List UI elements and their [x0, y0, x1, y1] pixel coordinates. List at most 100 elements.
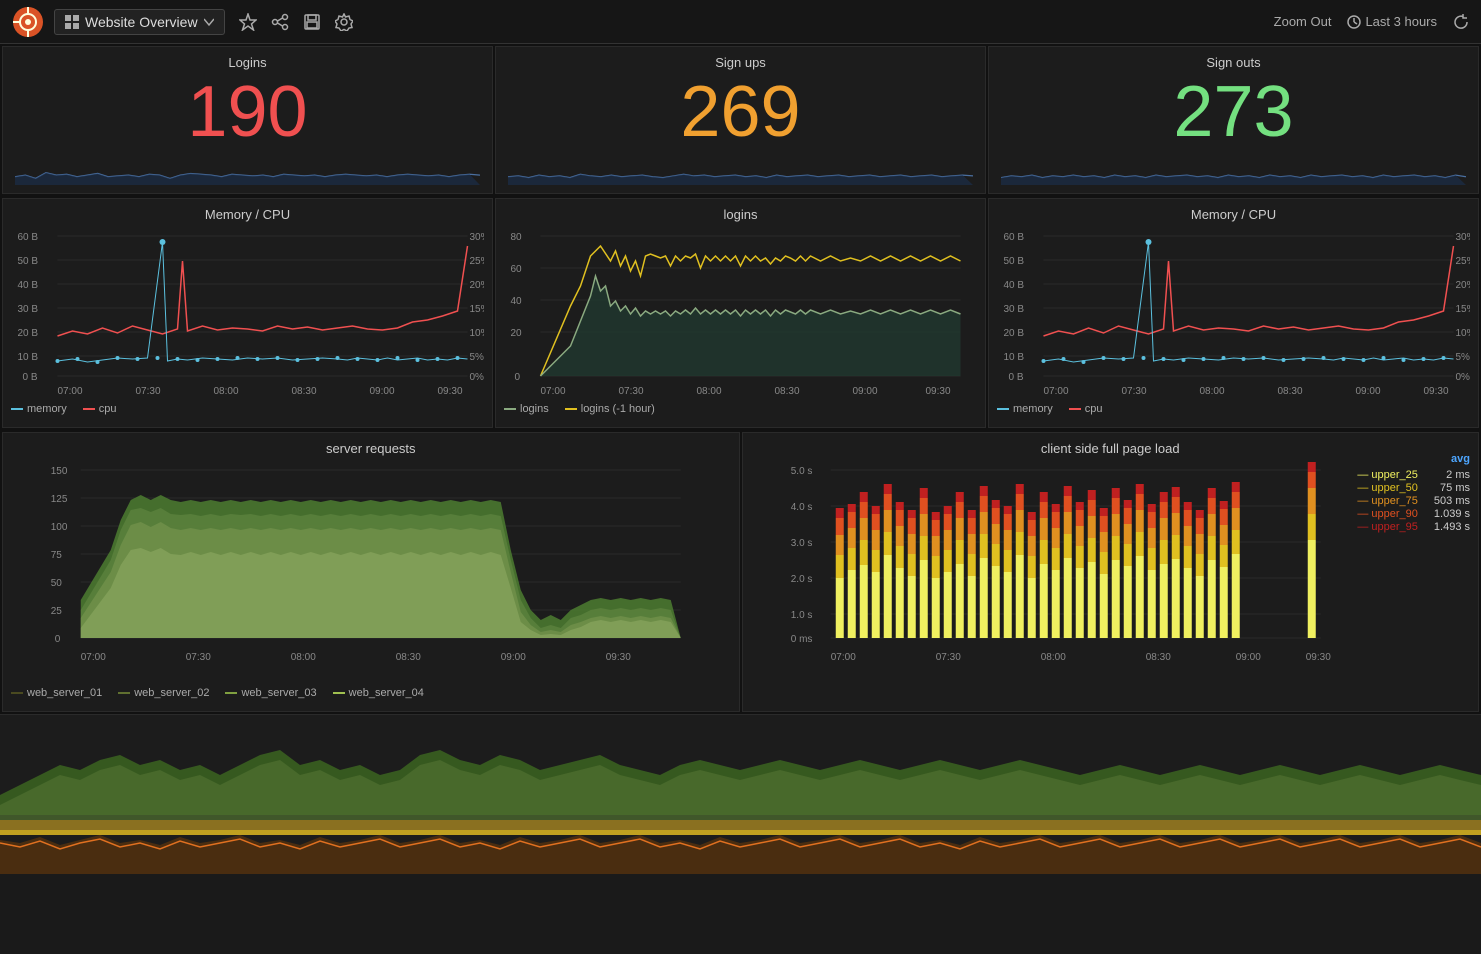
svg-text:08:30: 08:30 — [1145, 652, 1170, 663]
svg-text:15%: 15% — [1456, 304, 1471, 315]
legend-upper50: — upper_50 75 ms — [1357, 482, 1470, 494]
legend-cpu-2-dot — [1069, 408, 1081, 410]
svg-text:20%: 20% — [470, 280, 485, 291]
legend-cpu-2: cpu — [1069, 403, 1103, 415]
page-load-legend: avg — upper_25 2 ms — upper_50 75 ms — u… — [1357, 453, 1470, 534]
chart-row-2: server requests 150 125 100 75 50 25 0 — [0, 430, 1481, 714]
svg-text:20 B: 20 B — [1004, 328, 1025, 339]
avg-label: avg — [1357, 453, 1470, 465]
svg-text:0 B: 0 B — [23, 372, 38, 383]
clock-icon — [1347, 15, 1361, 29]
legend-upper90: — upper_90 1.039 s — [1357, 508, 1470, 520]
svg-text:10 B: 10 B — [18, 352, 39, 363]
grafana-logo — [12, 6, 44, 38]
svg-text:08:30: 08:30 — [775, 386, 800, 396]
logins-svg: 80 60 40 20 0 07:00 07:30 08:00 08:30 09… — [504, 226, 977, 396]
svg-text:08:00: 08:00 — [1200, 386, 1225, 396]
stat-logins-title: Logins — [15, 55, 480, 70]
svg-text:09:00: 09:00 — [853, 386, 878, 396]
svg-text:0%: 0% — [1456, 372, 1471, 383]
topbar-actions — [239, 13, 353, 31]
share-icon[interactable] — [271, 13, 289, 31]
svg-text:30%: 30% — [1456, 232, 1471, 243]
svg-text:10%: 10% — [470, 328, 485, 339]
chart-memory-cpu-1-area: 60 B 50 B 40 B 30 B 20 B 10 B 0 B 30% 25… — [11, 226, 484, 399]
legend-ws02-dot — [118, 692, 130, 694]
svg-text:10 B: 10 B — [1004, 352, 1025, 363]
svg-text:2.0 s: 2.0 s — [790, 574, 812, 585]
save-icon[interactable] — [303, 13, 321, 31]
svg-text:09:30: 09:30 — [926, 386, 951, 396]
svg-text:3.0 s: 3.0 s — [790, 538, 812, 549]
svg-text:40 B: 40 B — [18, 280, 39, 291]
svg-text:5.0 s: 5.0 s — [790, 466, 812, 477]
legend-ws02: web_server_02 — [118, 687, 209, 699]
chart-memory-cpu-1-title: Memory / CPU — [11, 207, 484, 222]
svg-text:07:00: 07:00 — [1044, 386, 1069, 396]
svg-text:0: 0 — [515, 372, 521, 383]
stat-signups-title: Sign ups — [508, 55, 973, 70]
svg-text:50 B: 50 B — [18, 256, 39, 267]
svg-text:0 B: 0 B — [1009, 372, 1024, 383]
refresh-icon[interactable] — [1453, 14, 1469, 30]
svg-text:09:00: 09:00 — [370, 386, 395, 396]
chart-row-1: Memory / CPU 60 B 50 B 40 B 30 B 20 B 10… — [0, 196, 1481, 430]
server-requests-svg: 150 125 100 75 50 25 0 07:00 07:30 08:00 — [11, 460, 731, 680]
dashboard-title-label: Website Overview — [85, 14, 198, 30]
svg-text:50: 50 — [51, 578, 63, 589]
svg-text:09:00: 09:00 — [501, 652, 526, 663]
legend-memory-1: memory — [11, 403, 67, 415]
svg-text:5%: 5% — [1456, 352, 1471, 363]
stat-signups-value: 269 — [508, 76, 973, 148]
svg-text:15%: 15% — [470, 304, 485, 315]
svg-text:0 ms: 0 ms — [790, 634, 812, 645]
svg-text:07:00: 07:00 — [541, 386, 566, 396]
chart-logins: logins 80 60 40 20 0 07 — [495, 198, 986, 428]
grid-icon — [65, 15, 79, 29]
legend-upper25: — upper_25 2 ms — [1357, 469, 1470, 481]
legend-logins-1h: logins (-1 hour) — [565, 403, 655, 415]
svg-text:25: 25 — [51, 606, 63, 617]
zoom-out-button[interactable]: Zoom Out — [1274, 14, 1332, 29]
svg-text:08:30: 08:30 — [396, 652, 421, 663]
dashboard-title-button[interactable]: Website Overview — [54, 9, 225, 35]
topbar-right: Zoom Out Last 3 hours — [1274, 14, 1469, 30]
chart-memory-cpu-2-title: Memory / CPU — [997, 207, 1470, 222]
chart-page-load: client side full page load 5.0 s 4.0 s 3… — [742, 432, 1480, 712]
svg-text:08:00: 08:00 — [697, 386, 722, 396]
svg-text:08:30: 08:30 — [292, 386, 317, 396]
legend-memory-1-dot — [11, 408, 23, 410]
chart-server-requests: server requests 150 125 100 75 50 25 0 — [2, 432, 740, 712]
svg-text:4.0 s: 4.0 s — [790, 502, 812, 513]
legend-ws01-dot — [11, 692, 23, 694]
svg-text:10%: 10% — [1456, 328, 1471, 339]
svg-text:25%: 25% — [1456, 256, 1471, 267]
stat-panel-logins: Logins 190 — [2, 46, 493, 194]
svg-text:07:30: 07:30 — [935, 652, 960, 663]
chart-logins-area: 80 60 40 20 0 07:00 07:30 08:00 08:30 09… — [504, 226, 977, 399]
chart-memory-cpu-2-area: 60 B 50 B 40 B 30 B 20 B 10 B 0 B 30% 25… — [997, 226, 1470, 399]
svg-text:80: 80 — [511, 232, 523, 243]
svg-text:40: 40 — [511, 296, 523, 307]
legend-memory-2: memory — [997, 403, 1053, 415]
star-icon[interactable] — [239, 13, 257, 31]
stat-logins-sparkline — [15, 152, 480, 185]
legend-cpu-1: cpu — [83, 403, 117, 415]
svg-text:100: 100 — [51, 522, 68, 533]
memory-cpu-1-svg: 60 B 50 B 40 B 30 B 20 B 10 B 0 B 30% 25… — [11, 226, 484, 396]
svg-text:09:30: 09:30 — [1305, 652, 1330, 663]
legend-ws04-dot — [333, 692, 345, 694]
svg-text:20 B: 20 B — [18, 328, 39, 339]
legend-cpu-1-dot — [83, 408, 95, 410]
time-range-display[interactable]: Last 3 hours — [1347, 14, 1437, 29]
memory-cpu-2-svg: 60 B 50 B 40 B 30 B 20 B 10 B 0 B 30% 25… — [997, 226, 1470, 396]
topbar: Website Overview Zoom Out Last 3 hours — [0, 0, 1481, 44]
chart-memory-cpu-1-legend: memory cpu — [11, 403, 484, 415]
svg-text:20%: 20% — [1456, 280, 1471, 291]
chart-server-requests-title: server requests — [11, 441, 731, 456]
settings-icon[interactable] — [335, 13, 353, 31]
stat-signups-sparkline — [508, 152, 973, 185]
svg-text:07:00: 07:00 — [830, 652, 855, 663]
svg-text:07:30: 07:30 — [136, 386, 161, 396]
legend-ws03-dot — [225, 692, 237, 694]
